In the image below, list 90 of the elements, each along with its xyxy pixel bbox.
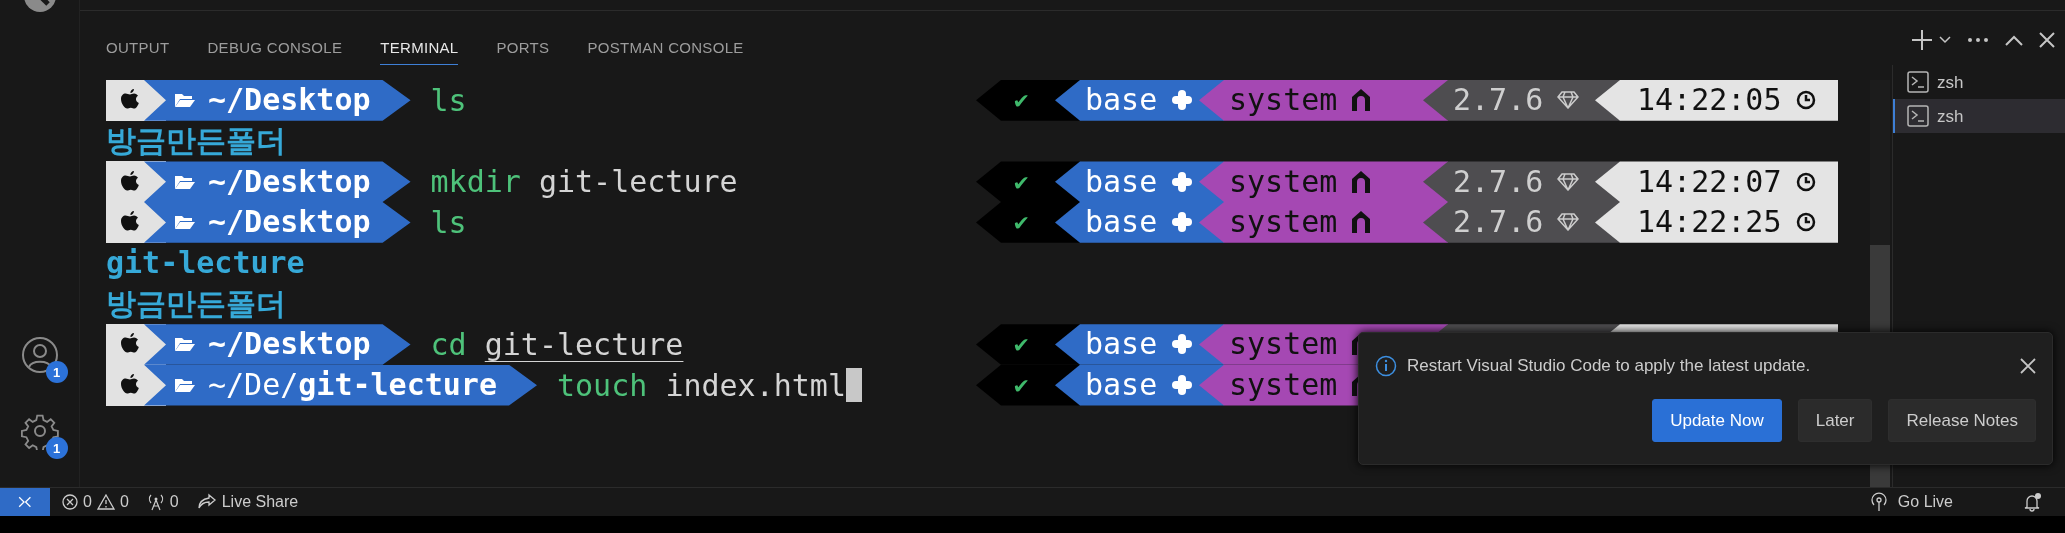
folder-icon	[174, 376, 196, 395]
arch-icon	[1351, 88, 1372, 113]
cross-icon	[1171, 374, 1194, 397]
path-text: ~/Desktop	[208, 85, 371, 116]
error-icon[interactable]	[62, 494, 78, 510]
warning-count[interactable]: 0	[119, 494, 129, 510]
terminal-name: zsh	[1937, 107, 1964, 125]
panel-tab[interactable]: OUTPUT	[106, 39, 170, 65]
terminal-name: zsh	[1937, 73, 1964, 91]
version-text: 2.7.6	[1453, 207, 1544, 238]
notification-button[interactable]: Update Now	[1652, 399, 1782, 442]
path-text: ~/De/git-lecture	[208, 370, 497, 401]
chevron-up-icon[interactable]	[2005, 34, 2023, 46]
panel-tab[interactable]: TERMINAL	[380, 39, 459, 65]
notification-badge: 1	[45, 361, 68, 383]
folder-icon	[174, 213, 196, 232]
plus-icon[interactable]	[1911, 29, 1933, 51]
status-check: ✔	[1014, 169, 1029, 194]
arch-icon	[1351, 169, 1372, 194]
warning-icon[interactable]	[96, 494, 115, 510]
time-text: 14:22:05	[1637, 85, 1782, 116]
version-text: 2.7.6	[1453, 166, 1544, 197]
close-button[interactable]	[2020, 358, 2036, 374]
path-text: ~/Desktop	[208, 329, 371, 360]
path-text: ~/Desktop	[208, 207, 371, 238]
output-text: git-lecture	[106, 244, 305, 283]
status-check: ✔	[1014, 373, 1029, 398]
antenna-icon[interactable]	[146, 493, 165, 511]
status-check: ✔	[1014, 88, 1029, 113]
cross-icon	[1171, 333, 1194, 356]
arch-icon	[1351, 210, 1372, 235]
terminal-item[interactable]: zsh	[1893, 65, 2065, 99]
folder-icon	[174, 335, 196, 354]
clock-icon	[1795, 171, 1816, 192]
panel-tab[interactable]: DEBUG CONSOLE	[207, 39, 343, 65]
env-text: base	[1085, 85, 1158, 116]
node-text: system	[1229, 166, 1338, 197]
terminal-icon	[1907, 71, 1929, 93]
notification-badge: 1	[45, 437, 68, 459]
more-icon[interactable]	[1967, 37, 1989, 43]
remote-button[interactable]	[0, 488, 50, 516]
remote-icon	[16, 494, 34, 510]
notification-button[interactable]: Release Notes	[1888, 399, 2036, 442]
go-live-text[interactable]: Go Live	[1897, 493, 1953, 511]
node-text: system	[1229, 207, 1338, 238]
folder-icon	[174, 91, 196, 110]
command-text: mkdir git-lecture	[430, 165, 738, 199]
terminal-icon	[1907, 105, 1929, 127]
env-text: base	[1085, 370, 1158, 401]
gem-icon	[1557, 91, 1580, 110]
gem-icon	[1557, 172, 1580, 191]
notification-button[interactable]: Later	[1797, 399, 1873, 442]
terminal-item[interactable]: zsh	[1893, 99, 2065, 133]
notification-message: Restart Visual Studio Code to apply the latest update.	[1407, 356, 1812, 376]
version-text: 2.7.6	[1453, 85, 1544, 116]
env-text: base	[1085, 329, 1158, 360]
clock-icon	[1795, 212, 1816, 233]
close-icon[interactable]	[2039, 32, 2055, 48]
broadcast-icon[interactable]	[1869, 492, 1888, 512]
env-text: base	[1085, 166, 1158, 197]
time-text: 14:22:07	[1637, 166, 1782, 197]
time-text: 14:22:25	[1637, 207, 1782, 238]
share-arrow-icon[interactable]	[196, 493, 217, 511]
cross-icon	[1171, 170, 1194, 193]
command-text: touch index.html	[557, 368, 846, 402]
path-text: ~/Desktop	[208, 166, 371, 197]
ports-count[interactable]: 0	[169, 494, 179, 510]
command-text: ls	[430, 83, 467, 117]
error-count[interactable]: 0	[83, 494, 92, 510]
status-check: ✔	[1014, 332, 1029, 357]
panel-tab[interactable]: POSTMAN CONSOLE	[587, 39, 744, 65]
bell-icon[interactable]	[2023, 492, 2043, 512]
node-text: system	[1229, 370, 1338, 401]
status-check: ✔	[1014, 210, 1029, 235]
apple-icon	[120, 169, 140, 194]
info-icon	[1375, 355, 1397, 377]
output-text: 방금만든폴더	[106, 122, 286, 161]
cross-icon	[1171, 89, 1194, 112]
node-text: system	[1229, 329, 1338, 360]
command-text: cd git-lecture	[430, 327, 684, 361]
env-text: base	[1085, 207, 1158, 238]
output-text: 방금만든폴더	[106, 284, 286, 323]
cross-icon	[1171, 211, 1194, 234]
panel-tab[interactable]: PORTS	[496, 39, 550, 65]
gem-icon	[1557, 213, 1580, 232]
clock-icon	[1795, 90, 1816, 111]
node-text: system	[1229, 85, 1338, 116]
live-share-text[interactable]: Live Share	[221, 494, 299, 510]
command-text: ls	[430, 205, 467, 239]
chevron-down-icon[interactable]	[1939, 36, 1951, 44]
